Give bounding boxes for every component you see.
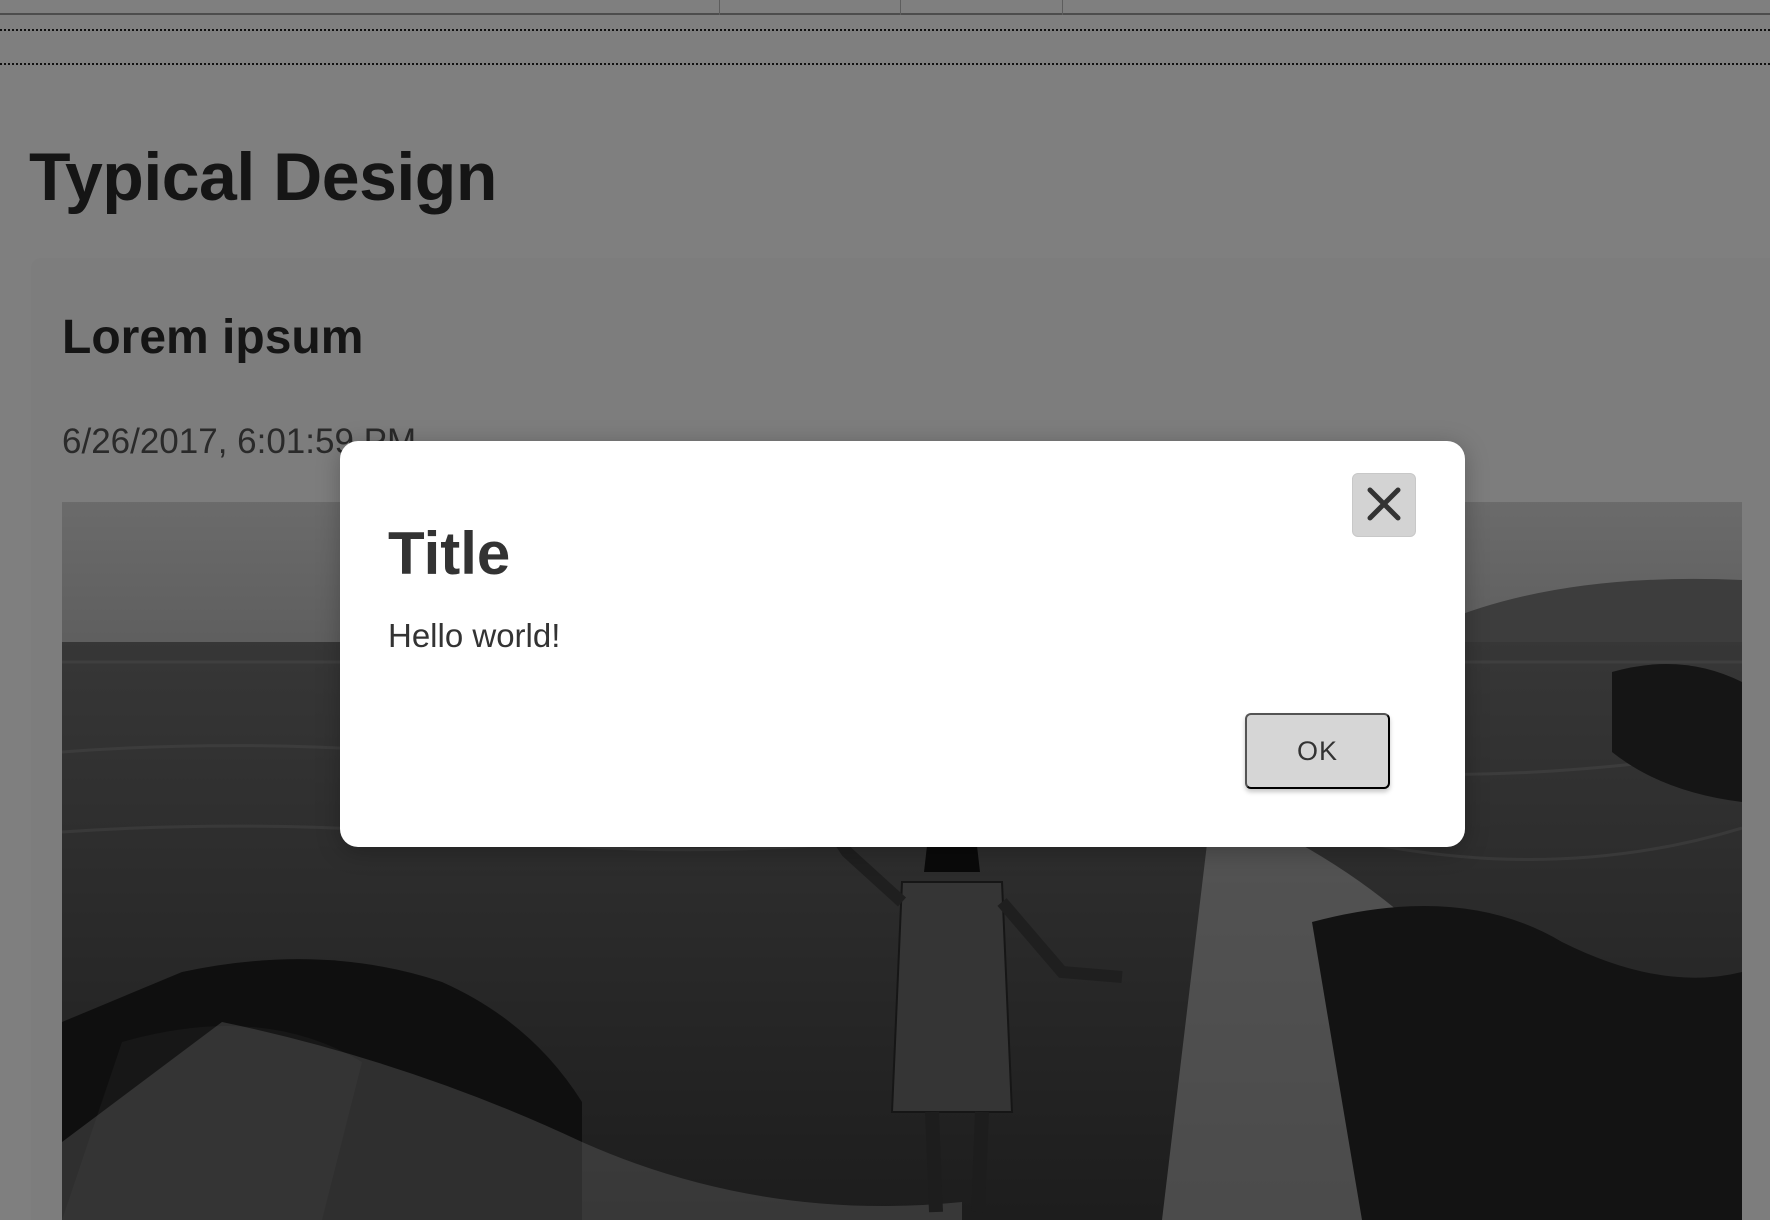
dialog-message: Hello world! bbox=[388, 617, 561, 654]
dialog: Title Hello world! OK bbox=[340, 441, 1465, 847]
dialog-title: Title bbox=[388, 520, 511, 587]
close-button[interactable] bbox=[1352, 473, 1416, 537]
close-icon bbox=[1366, 486, 1402, 525]
ok-button[interactable]: OK bbox=[1245, 713, 1390, 789]
